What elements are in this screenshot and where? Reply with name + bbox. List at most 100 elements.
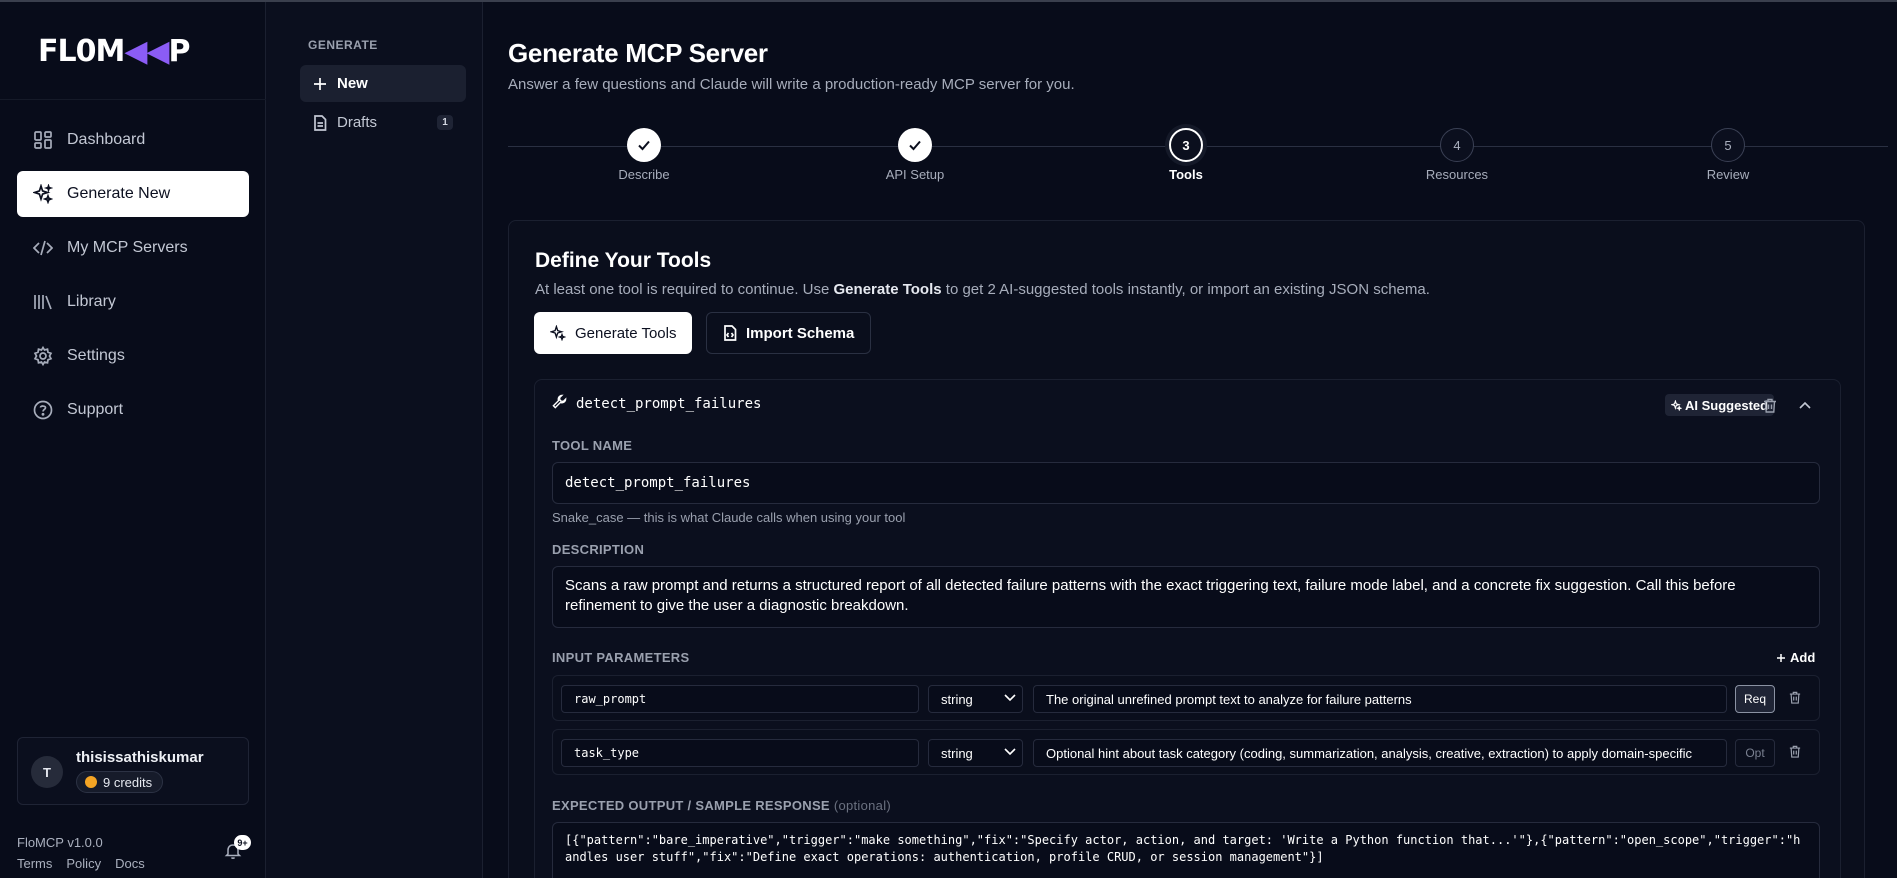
terms-link[interactable]: Terms — [17, 856, 52, 871]
user-card[interactable]: T thisissathiskumar 9 credits — [17, 737, 249, 805]
import-schema-button[interactable]: Import Schema — [706, 312, 872, 354]
avatar: T — [31, 756, 63, 788]
notification-badge: 9+ — [234, 835, 251, 850]
wrench-icon — [552, 394, 567, 414]
parameter-row: raw_prompt string The original unrefined… — [552, 675, 1820, 721]
trash-icon[interactable] — [1789, 691, 1801, 709]
sidebar-item-support[interactable]: Support — [17, 387, 249, 433]
drafts-count-badge: 1 — [437, 115, 453, 130]
ai-suggested-label: AI Suggested — [1685, 397, 1769, 413]
tool-name-input[interactable]: detect_prompt_failures — [552, 462, 1820, 504]
optional-toggle[interactable]: Opt — [1735, 739, 1775, 767]
code-icon — [33, 238, 53, 258]
page-title: Generate MCP Server — [508, 38, 768, 68]
step-api-setup[interactable]: API Setup — [845, 128, 985, 182]
sidebar-nav: Dashboard Generate New My MCP Servers Li… — [17, 117, 249, 441]
param-type-select[interactable]: string — [928, 739, 1023, 767]
document-icon — [313, 114, 327, 131]
drafts-label: Drafts — [337, 114, 378, 131]
ai-suggested-badge: AI Suggested — [1665, 394, 1775, 416]
expected-output-label: EXPECTED OUTPUT / SAMPLE RESPONSE (optio… — [552, 798, 892, 813]
trash-icon[interactable] — [1761, 396, 1779, 414]
step-label: Review — [1706, 167, 1750, 182]
generate-subpanel: GENERATE New Drafts 1 — [266, 2, 483, 878]
add-parameter-button[interactable]: Add — [1776, 650, 1815, 665]
sparkle-icon — [550, 325, 566, 341]
trash-icon[interactable] — [1789, 745, 1801, 763]
expected-output-textarea[interactable]: [{"pattern":"bare_imperative","trigger":… — [552, 822, 1820, 878]
sidebar-item-label: My MCP Servers — [67, 239, 188, 256]
tool-name-hint: Snake_case — this is what Claude calls w… — [552, 510, 906, 525]
chevron-up-icon[interactable] — [1796, 396, 1814, 414]
step-tools[interactable]: 3 Tools — [1116, 128, 1256, 182]
step-number: 3 — [1169, 128, 1203, 162]
step-number: 5 — [1711, 128, 1745, 162]
tool-name-label: TOOL NAME — [552, 438, 633, 453]
sparkle-icon — [33, 184, 53, 204]
tool-header[interactable]: detect_prompt_failures — [552, 394, 761, 414]
coin-icon — [85, 776, 97, 788]
sidebar: FL0M◀◀P Dashboard Generate New My MCP Se… — [0, 2, 266, 878]
dashboard-icon — [33, 130, 53, 150]
sidebar-item-generate-new[interactable]: Generate New — [17, 171, 249, 217]
description-textarea[interactable]: Scans a raw prompt and returns a structu… — [552, 566, 1820, 628]
step-number: 4 — [1440, 128, 1474, 162]
param-type-value: string — [941, 691, 973, 707]
step-resources[interactable]: 4 Resources — [1387, 128, 1527, 182]
logo[interactable]: FL0M◀◀P — [38, 33, 191, 69]
logo-text: FL0M◀◀P — [38, 33, 191, 69]
app-version: FloMCP v1.0.0 — [17, 835, 103, 850]
sidebar-item-dashboard[interactable]: Dashboard — [17, 117, 249, 163]
step-review[interactable]: 5 Review — [1658, 128, 1798, 182]
parameter-row: task_type string Optional hint about tas… — [552, 729, 1820, 775]
page-subtitle: Answer a few questions and Claude will w… — [508, 76, 1075, 93]
import-schema-label: Import Schema — [746, 324, 855, 342]
param-description-input[interactable]: The original unrefined prompt text to an… — [1033, 685, 1727, 713]
param-name-input[interactable]: raw_prompt — [561, 685, 919, 713]
input-parameters-label: INPUT PARAMETERS — [552, 650, 690, 665]
username: thisissathiskumar — [76, 749, 204, 766]
sidebar-item-library[interactable]: Library — [17, 279, 249, 325]
library-icon — [33, 292, 53, 312]
param-name-input[interactable]: task_type — [561, 739, 919, 767]
sidebar-divider — [0, 99, 266, 100]
chevron-down-icon — [1004, 694, 1016, 702]
sidebar-item-label: Settings — [67, 347, 125, 364]
policy-link[interactable]: Policy — [66, 856, 101, 871]
gear-icon — [33, 346, 53, 366]
sidebar-item-settings[interactable]: Settings — [17, 333, 249, 379]
chevron-down-icon — [1004, 748, 1016, 756]
new-button[interactable]: New — [300, 65, 466, 102]
card-title: Define Your Tools — [535, 249, 712, 272]
generate-tools-button[interactable]: Generate Tools — [534, 312, 693, 354]
file-code-icon — [723, 325, 737, 341]
param-type-select[interactable]: string — [928, 685, 1023, 713]
param-description-input[interactable]: Optional hint about task category (codin… — [1033, 739, 1727, 767]
description-label: DESCRIPTION — [552, 542, 645, 557]
docs-link[interactable]: Docs — [115, 856, 145, 871]
subpanel-heading: GENERATE — [308, 38, 378, 52]
stepper: Describe API Setup 3 Tools 4 Resources 5… — [508, 128, 1888, 188]
card-subtitle: At least one tool is required to continu… — [535, 281, 1430, 298]
sidebar-item-label: Library — [67, 293, 116, 310]
required-toggle[interactable]: Req — [1735, 685, 1775, 713]
step-describe[interactable]: Describe — [574, 128, 714, 182]
drafts-item[interactable]: Drafts 1 — [300, 104, 466, 141]
check-icon — [627, 128, 661, 162]
step-label: Tools — [1169, 167, 1203, 182]
plus-icon — [1777, 653, 1785, 662]
step-label: Describe — [618, 167, 670, 182]
credits-badge: 9 credits — [76, 771, 164, 793]
check-icon — [898, 128, 932, 162]
step-label: Resources — [1425, 167, 1489, 182]
sparkle-icon — [1671, 399, 1682, 411]
tool-header-name: detect_prompt_failures — [576, 396, 762, 412]
sidebar-item-label: Dashboard — [67, 131, 146, 148]
param-type-value: string — [941, 745, 973, 761]
sidebar-item-label: Support — [67, 401, 124, 418]
help-icon — [33, 400, 53, 420]
step-label: API Setup — [885, 167, 945, 182]
sidebar-item-my-mcp-servers[interactable]: My MCP Servers — [17, 225, 249, 271]
tool-item: detect_prompt_failures AI Suggested TOOL… — [534, 379, 1841, 878]
new-label: New — [337, 75, 368, 92]
